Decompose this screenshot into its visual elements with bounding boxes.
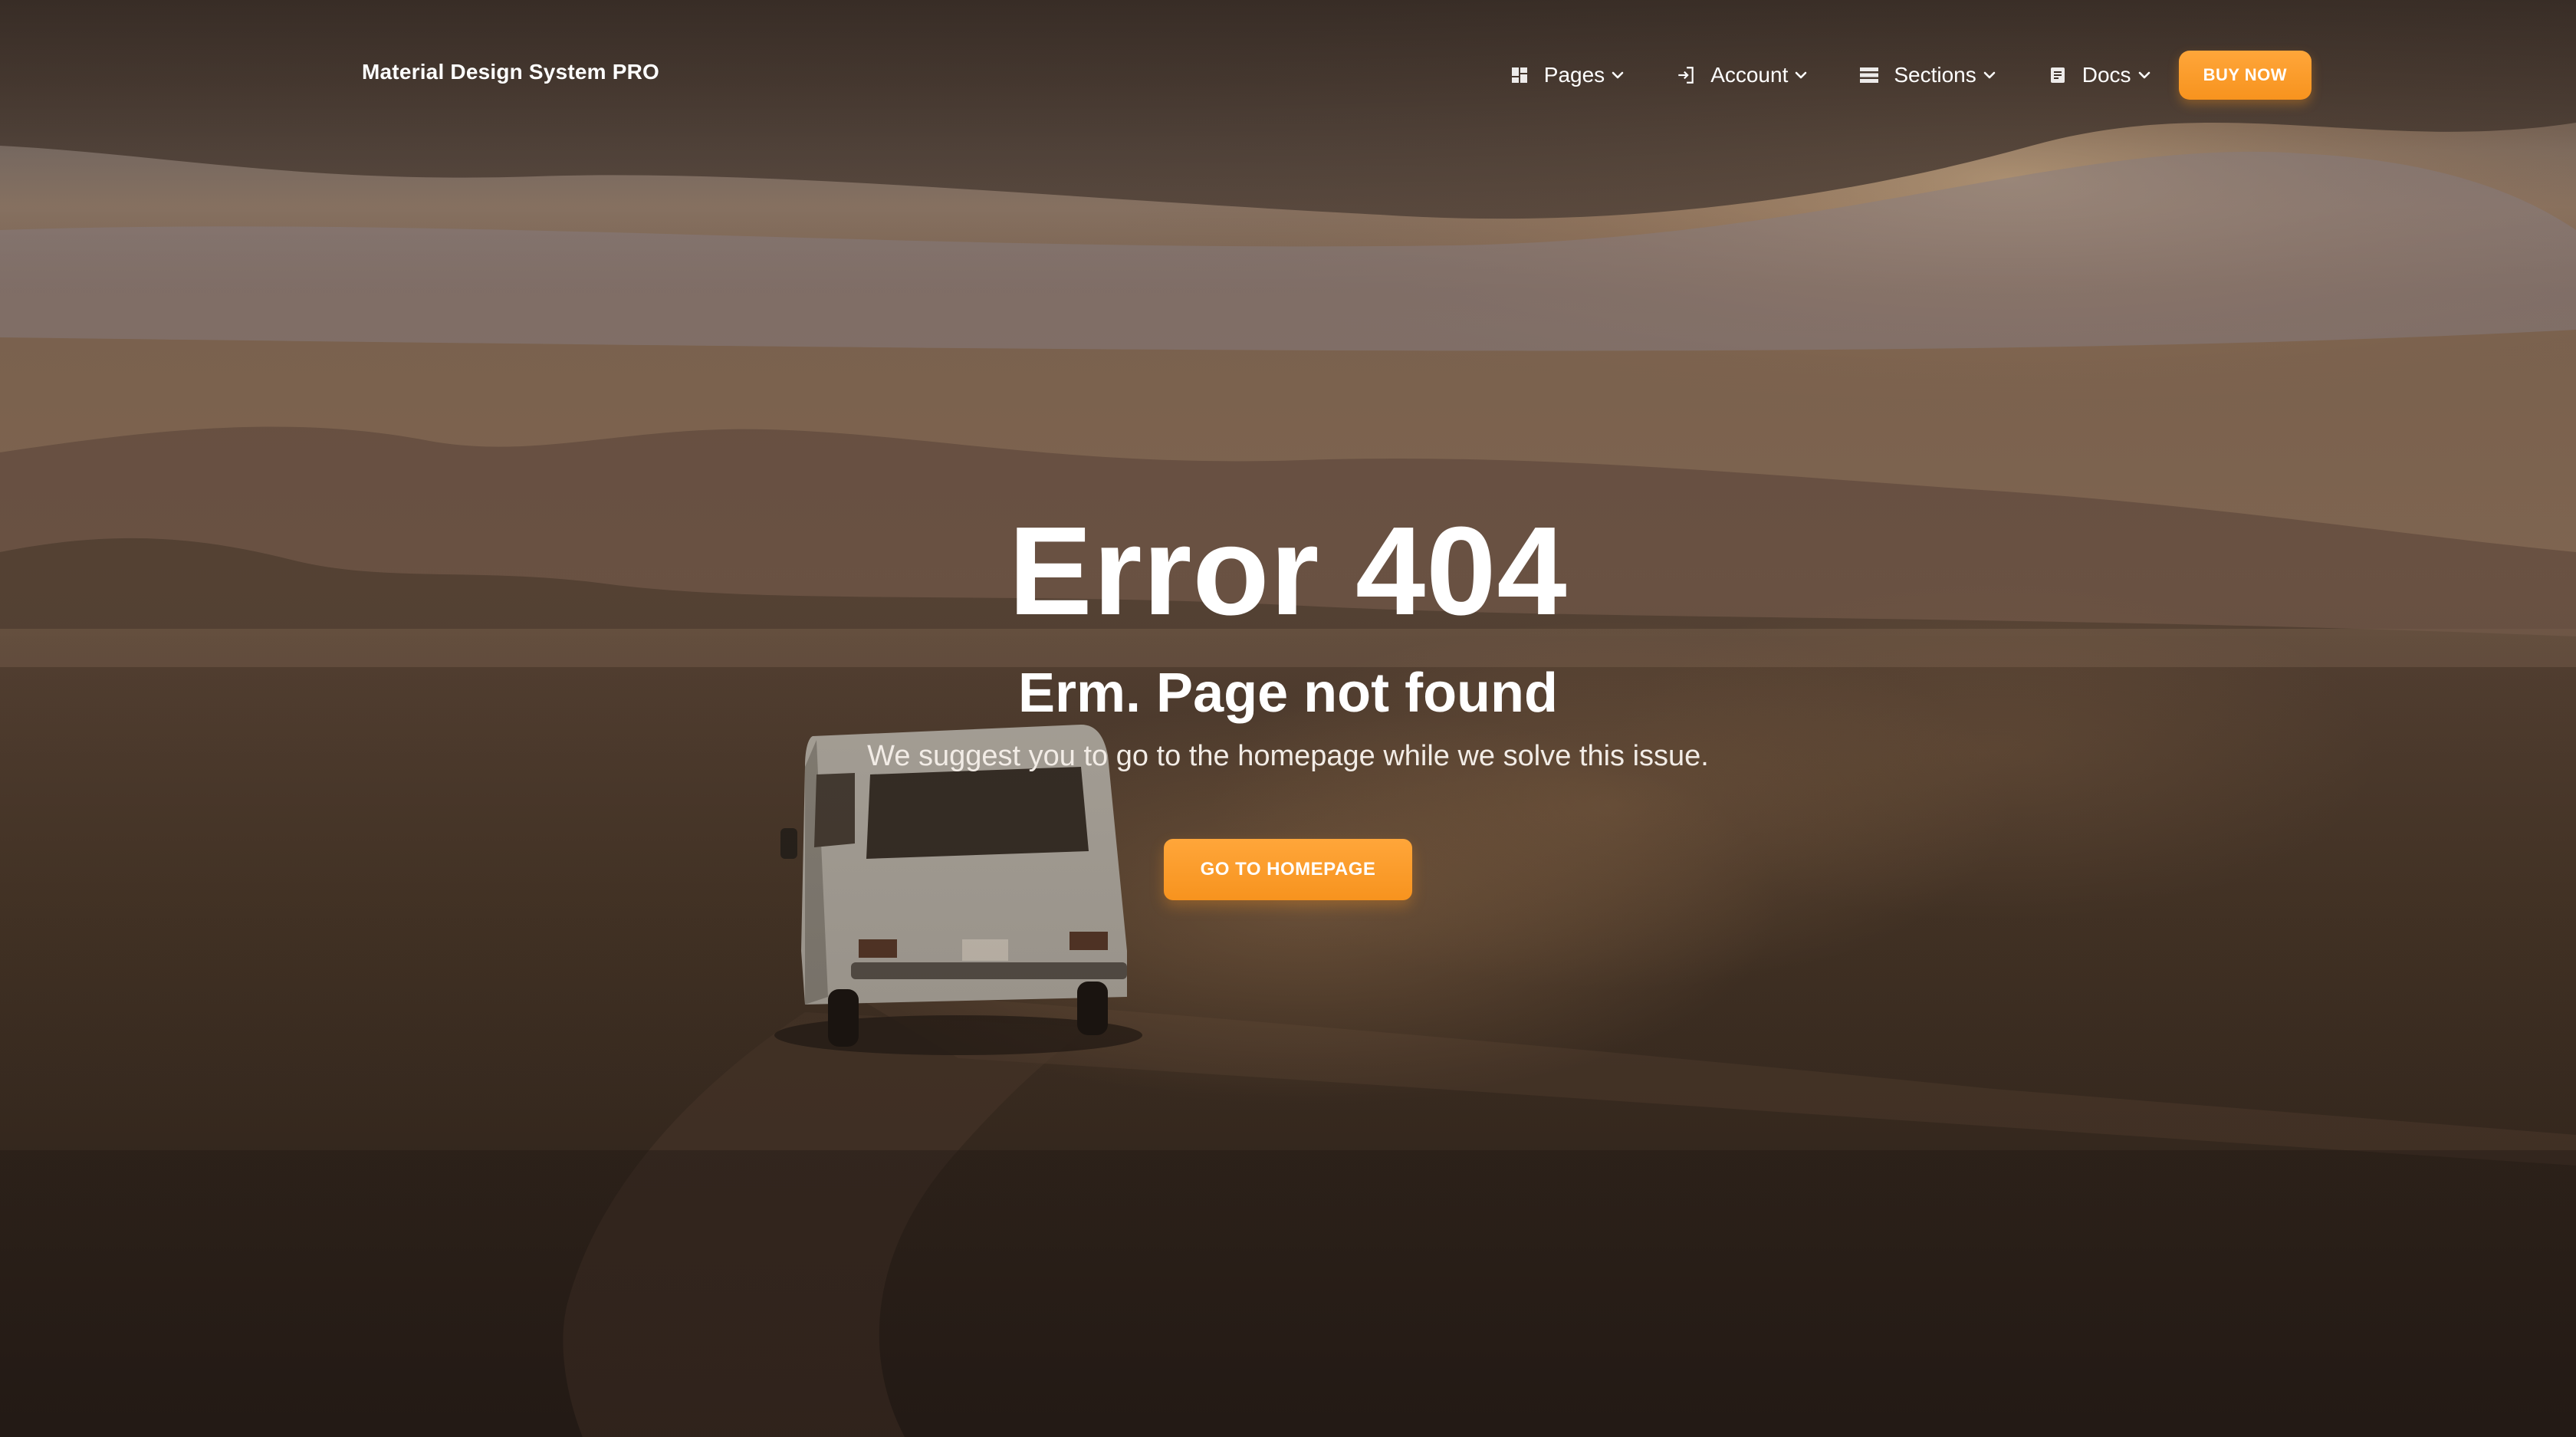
chevron-down-icon bbox=[1981, 67, 1998, 84]
nav-menu: Pages Account Sections Docs BUY NOW bbox=[1509, 49, 2312, 101]
error-title: Error 404 bbox=[1008, 501, 1568, 641]
chevron-down-icon bbox=[1609, 67, 1626, 84]
error-subtitle: Erm. Page not found bbox=[1017, 663, 1558, 724]
nav-item-label: Pages bbox=[1543, 63, 1605, 87]
brand-link[interactable]: Material Design System PRO bbox=[362, 60, 659, 84]
nav-item-docs[interactable]: Docs bbox=[2047, 63, 2153, 87]
navbar: Material Design System PRO Pages Account… bbox=[0, 0, 2576, 150]
nav-item-account[interactable]: Account bbox=[1675, 63, 1809, 87]
nav-item-sections[interactable]: Sections bbox=[1858, 63, 1997, 87]
chevron-down-icon bbox=[2136, 67, 2153, 84]
nav-item-pages[interactable]: Pages bbox=[1509, 63, 1626, 87]
chevron-down-icon bbox=[1792, 67, 1809, 84]
buy-now-button[interactable]: BUY NOW bbox=[2178, 51, 2312, 100]
nav-item-label: Docs bbox=[2082, 63, 2131, 87]
error-message: We suggest you to go to the homepage whi… bbox=[867, 740, 1709, 772]
error-404-page: Material Design System PRO Pages Account… bbox=[0, 0, 2576, 1437]
error-hero: Error 404 Erm. Page not found We suggest… bbox=[0, 498, 2576, 900]
nav-item-label: Account bbox=[1710, 63, 1789, 87]
go-to-homepage-button[interactable]: GO TO HOMEPAGE bbox=[1163, 839, 1413, 900]
document-icon bbox=[2047, 64, 2068, 86]
view-list-icon bbox=[1858, 64, 1880, 86]
nav-item-label: Sections bbox=[1894, 63, 1976, 87]
login-arrow-icon bbox=[1675, 64, 1697, 86]
dashboard-grid-icon bbox=[1509, 64, 1530, 86]
